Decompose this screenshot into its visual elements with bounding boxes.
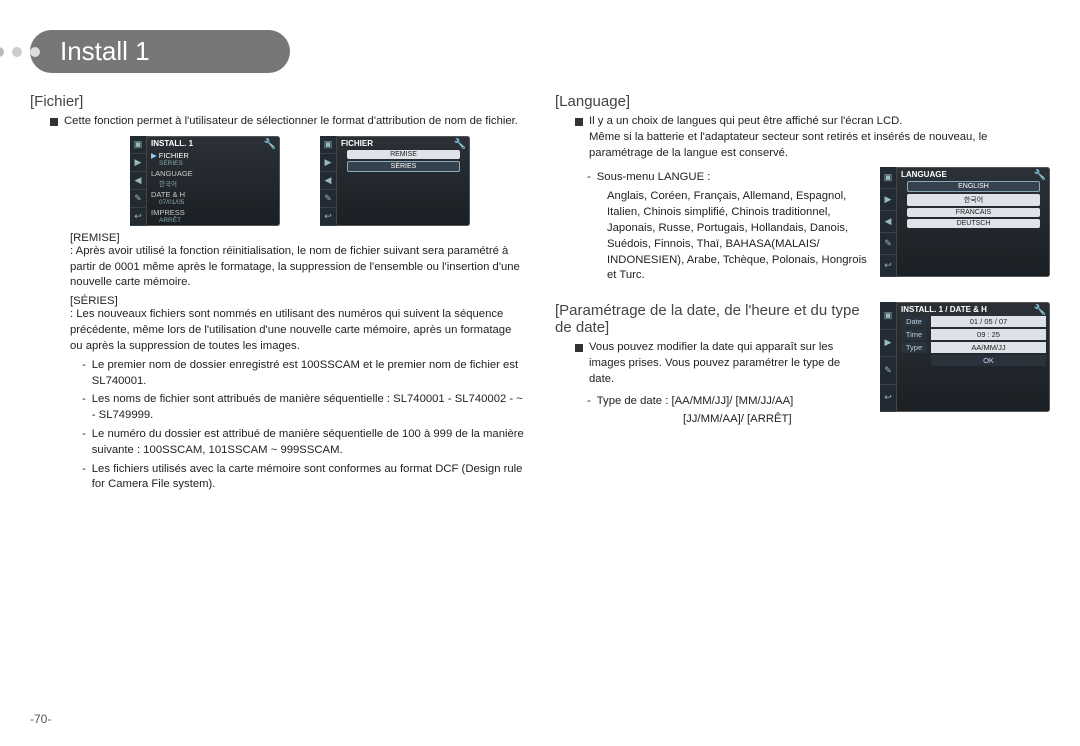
lcd1-r2: DATE & H [151, 190, 185, 199]
play-icon: ▶ [880, 330, 896, 358]
return-icon: ↩ [880, 255, 896, 277]
remise-text: : Après avoir utilisé la fonction réinit… [70, 244, 525, 291]
lcd2-header: FICHIER [341, 139, 373, 148]
lcd-lang-header: LANGUAGE [901, 170, 947, 179]
fichier-bullet-2: Le numéro du dossier est attribué de man… [92, 427, 525, 459]
date-value: 01 / 05 / 07 [931, 316, 1046, 327]
page-title: Install 1 [30, 30, 290, 73]
wrench-icon: 🔧 [1034, 305, 1046, 316]
bullet-square [575, 344, 583, 352]
sound-icon: ◀ [320, 172, 336, 190]
camera-icon: ▣ [320, 136, 336, 154]
fichier-lcds: ▣ ▶ ◀ ✎ ↩ 🔧 INSTALL. 1 ▶ FICHIER SÉRIES LA… [130, 136, 525, 226]
lcd-language: ▣ ▶ ◀ ✎ ↩ 🔧 LANGUAGE ENGLISH 한국어 FRANCAI… [880, 167, 1050, 277]
camera-icon: ▣ [880, 302, 896, 330]
lcd1-r1: LANGUAGE [151, 169, 193, 178]
return-icon: ↩ [130, 208, 146, 226]
language-heading: [Language] [555, 93, 1050, 110]
date-type-label: Type de date : [AA/MM/JJ]/ [MM/JJ/AA] [597, 394, 794, 410]
date-type-label2: [JJ/MM/AA]/ [ARRÊT] [683, 412, 868, 428]
type-label: Type [901, 342, 927, 353]
bullet-square [575, 118, 583, 126]
lcd-date-header: INSTALL. 1 / DATE & H [901, 305, 987, 314]
wrench-icon: 🔧 [264, 139, 276, 150]
tool-icon: ✎ [130, 190, 146, 208]
lcd-lang-pill-0: ENGLISH [907, 181, 1040, 192]
language-note: Même si la batterie et l'adaptateur sect… [589, 131, 987, 159]
fichier-bullet-1: Les noms de fichier sont attribués de ma… [92, 392, 525, 424]
time-label: Time [901, 329, 927, 340]
tool-icon: ✎ [880, 233, 896, 255]
wrench-icon: 🔧 [454, 139, 466, 150]
camera-icon: ▣ [130, 136, 146, 154]
tool-icon: ✎ [880, 357, 896, 385]
fichier-bullet-3: Les fichiers utilisés avec la carte mémo… [92, 462, 525, 494]
lcd2-pill-1: SÉRIES [347, 161, 460, 172]
left-column: [Fichier] Cette fonction permet à l'util… [30, 83, 525, 726]
play-icon: ▶ [130, 154, 146, 172]
fichier-heading: [Fichier] [30, 93, 525, 110]
wrench-icon: 🔧 [1034, 170, 1046, 181]
lcd-install1: ▣ ▶ ◀ ✎ ↩ 🔧 INSTALL. 1 ▶FICHIERSÉRIES LA… [130, 136, 280, 226]
lcd1-r3: IMPRESS [151, 208, 185, 217]
date-intro: Vous pouvez modifier la date qui apparaî… [589, 340, 868, 387]
play-icon: ▶ [880, 189, 896, 211]
lcd1-header: INSTALL. 1 [151, 139, 193, 148]
lcd-date: ▣ ▶ ✎ ↩ 🔧 INSTALL. 1 / DATE & H Date 01 … [880, 302, 1050, 412]
fichier-bullet-0: Le premier nom de dossier enregistré est… [92, 358, 525, 390]
lang-sub-label: Sous-menu LANGUE : [597, 170, 711, 186]
return-icon: ↩ [880, 385, 896, 413]
return-icon: ↩ [320, 208, 336, 226]
fichier-intro: Cette fonction permet à l'utilisateur de… [64, 114, 518, 130]
date-label: Date [901, 316, 927, 327]
lcd2-pill-0: REMISE [347, 150, 460, 159]
remise-label: [REMISE] [70, 232, 525, 244]
date-heading: [Paramétrage de la date, de l'heure et d… [555, 302, 868, 336]
camera-icon: ▣ [880, 167, 896, 189]
lang-list: Anglais, Coréen, Français, Allemand, Esp… [607, 189, 868, 284]
lcd-lang-pill-3: DEUTSCH [907, 219, 1040, 228]
series-text: : Les nouveaux fichiers sont nommés en u… [70, 307, 525, 354]
lcd-lang-pill-2: FRANCAIS [907, 208, 1040, 217]
right-column: [Language] Il y a un choix de langues qu… [555, 83, 1050, 726]
bullet-square [50, 118, 58, 126]
play-icon: ▶ [320, 154, 336, 172]
type-value: AA/MM/JJ [931, 342, 1046, 353]
tool-icon: ✎ [320, 190, 336, 208]
sound-icon: ◀ [880, 211, 896, 233]
time-value: 09 : 25 [931, 329, 1046, 340]
sound-icon: ◀ [130, 172, 146, 190]
page-number: -70- [30, 712, 51, 726]
lcd-fichier: ▣ ▶ ◀ ✎ ↩ 🔧 FICHIER REMISE SÉRIES [320, 136, 470, 226]
language-intro: Il y a un choix de langues qui peut être… [589, 115, 902, 127]
title-text: Install 1 [60, 36, 150, 66]
lcd-lang-pill-1: 한국어 [907, 194, 1040, 206]
lcd1-r0: FICHIER [159, 151, 189, 160]
series-label: [SÉRIES] [70, 295, 525, 307]
title-dots [0, 47, 40, 57]
ok-button: OK [931, 355, 1046, 366]
